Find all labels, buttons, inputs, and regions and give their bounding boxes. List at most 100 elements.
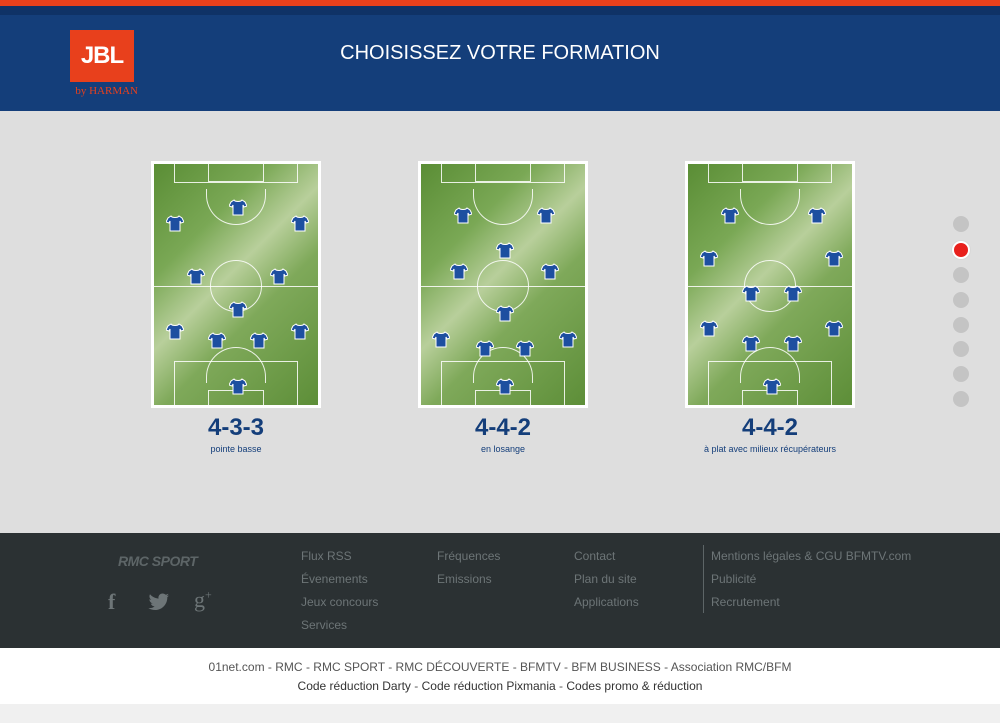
promo-links-row: Code réduction Darty - Code réduction Pi… bbox=[0, 679, 1000, 693]
player-jersey-icon bbox=[541, 263, 559, 280]
separator: - bbox=[664, 660, 671, 674]
goal-box-top bbox=[208, 164, 264, 182]
formation-card-433[interactable]: 4-3-3 pointe basse bbox=[151, 161, 321, 454]
promo-link[interactable]: Code réduction Darty bbox=[298, 679, 411, 693]
player-jersey-icon bbox=[291, 323, 309, 340]
player-jersey-icon bbox=[187, 268, 205, 285]
player-jersey-icon bbox=[763, 378, 781, 395]
player-jersey-icon bbox=[166, 215, 184, 232]
player-jersey-icon bbox=[721, 207, 739, 224]
player-jersey-icon bbox=[516, 340, 534, 357]
separator: - bbox=[414, 679, 422, 693]
promo-link[interactable]: Code réduction Pixmania bbox=[422, 679, 556, 693]
formation-label: 4-3-3 bbox=[207, 414, 265, 441]
footer-link-frequences[interactable]: Fréquences bbox=[437, 549, 500, 563]
pagination-dot[interactable] bbox=[953, 316, 969, 333]
formation-label: 4-4-2 bbox=[741, 414, 799, 441]
player-jersey-icon bbox=[229, 378, 247, 395]
player-jersey-icon bbox=[450, 263, 468, 280]
player-jersey-icon bbox=[537, 207, 555, 224]
footer-link-recrutement[interactable]: Recrutement bbox=[711, 595, 780, 609]
footer-link-contact[interactable]: Contact bbox=[574, 549, 615, 563]
player-jersey-icon bbox=[250, 332, 268, 349]
formation-description: à plat avec milieux récupérateurs bbox=[703, 444, 837, 454]
pitch[interactable] bbox=[418, 161, 588, 408]
footer-link-services[interactable]: Services bbox=[301, 618, 347, 632]
facebook-icon[interactable]: f bbox=[108, 589, 115, 615]
player-jersey-icon bbox=[825, 320, 843, 337]
formation-description: pointe basse bbox=[210, 444, 262, 454]
pitch[interactable] bbox=[685, 161, 855, 408]
footer-divider bbox=[703, 545, 704, 613]
pagination-dot-active[interactable] bbox=[952, 240, 970, 259]
goal-box-top bbox=[742, 164, 798, 182]
goal-box-top bbox=[475, 164, 531, 182]
footer-link-plan-du-site[interactable]: Plan du site bbox=[574, 572, 637, 586]
player-jersey-icon bbox=[700, 320, 718, 337]
network-link[interactable]: BFMTV bbox=[520, 660, 561, 674]
player-jersey-icon bbox=[496, 242, 514, 259]
separator: - bbox=[512, 660, 521, 674]
pitch[interactable] bbox=[151, 161, 321, 408]
jbl-logo[interactable]: JBL bbox=[70, 30, 134, 82]
pagination-dot[interactable] bbox=[953, 366, 969, 383]
player-jersey-icon bbox=[291, 215, 309, 232]
network-link[interactable]: RMC DÉCOUVERTE bbox=[396, 660, 510, 674]
player-jersey-icon bbox=[742, 285, 760, 302]
pagination-dot[interactable] bbox=[953, 341, 969, 358]
player-jersey-icon bbox=[784, 285, 802, 302]
page-bottom bbox=[0, 704, 1000, 723]
separator: - bbox=[388, 660, 396, 674]
player-jersey-icon bbox=[742, 335, 760, 352]
pagination-dot[interactable] bbox=[953, 390, 969, 407]
network-link[interactable]: 01net.com bbox=[209, 660, 265, 674]
player-jersey-icon bbox=[229, 301, 247, 318]
promo-link[interactable]: Codes promo & réduction bbox=[566, 679, 702, 693]
google-plus-icon[interactable]: g+ bbox=[194, 587, 212, 613]
player-jersey-icon bbox=[700, 250, 718, 267]
pagination-dot[interactable] bbox=[953, 216, 969, 232]
footer: RMC SPORT f g+ Flux RSS Évenements Jeux … bbox=[0, 533, 1000, 648]
player-jersey-icon bbox=[496, 305, 514, 322]
player-jersey-icon bbox=[432, 331, 450, 348]
logo-text: JBL bbox=[80, 42, 124, 69]
twitter-icon[interactable] bbox=[148, 591, 170, 617]
network-link[interactable]: RMC SPORT bbox=[313, 660, 385, 674]
arc-top bbox=[740, 189, 800, 225]
player-jersey-icon bbox=[784, 335, 802, 352]
footer-link-mentions-legales[interactable]: Mentions légales & CGU BFMTV.com bbox=[711, 549, 911, 563]
player-jersey-icon bbox=[476, 340, 494, 357]
page-title: CHOISISSEZ VOTRE FORMATION bbox=[340, 42, 660, 64]
player-jersey-icon bbox=[454, 207, 472, 224]
formation-card-442-plat[interactable]: 4-4-2 à plat avec milieux récupérateurs bbox=[685, 161, 855, 454]
formation-description: en losange bbox=[480, 444, 526, 454]
network-link[interactable]: Association RMC/BFM bbox=[671, 660, 792, 674]
logo-subtitle: by HARMAN bbox=[75, 85, 138, 97]
player-jersey-icon bbox=[808, 207, 826, 224]
network-links-bar: 01net.com - RMC - RMC SPORT - RMC DÉCOUV… bbox=[0, 648, 1000, 704]
formation-selector: 4-3-3 pointe basse 4-4-2 en losange 4-4-… bbox=[0, 111, 1000, 533]
rmc-sport-logo[interactable]: RMC SPORT bbox=[118, 553, 198, 569]
player-jersey-icon bbox=[229, 199, 247, 216]
pagination-dots bbox=[952, 216, 971, 416]
network-link[interactable]: RMC bbox=[275, 660, 302, 674]
formation-label: 4-4-2 bbox=[474, 414, 532, 441]
player-jersey-icon bbox=[559, 331, 577, 348]
footer-link-flux-rss[interactable]: Flux RSS bbox=[301, 549, 352, 563]
footer-link-evenements[interactable]: Évenements bbox=[301, 572, 368, 586]
footer-link-emissions[interactable]: Emissions bbox=[437, 572, 492, 586]
player-jersey-icon bbox=[270, 268, 288, 285]
player-jersey-icon bbox=[496, 378, 514, 395]
header-top-band bbox=[0, 6, 1000, 15]
formation-card-442-losange[interactable]: 4-4-2 en losange bbox=[418, 161, 588, 454]
footer-link-jeux-concours[interactable]: Jeux concours bbox=[301, 595, 378, 609]
footer-link-applications[interactable]: Applications bbox=[574, 595, 639, 609]
pagination-dot[interactable] bbox=[953, 292, 969, 309]
player-jersey-icon bbox=[166, 323, 184, 340]
pagination-dot[interactable] bbox=[953, 267, 969, 284]
arc-top bbox=[473, 189, 533, 225]
network-links-row: 01net.com - RMC - RMC SPORT - RMC DÉCOUV… bbox=[0, 660, 1000, 674]
footer-link-publicite[interactable]: Publicité bbox=[711, 572, 756, 586]
network-link[interactable]: BFM BUSINESS bbox=[571, 660, 660, 674]
player-jersey-icon bbox=[208, 332, 226, 349]
